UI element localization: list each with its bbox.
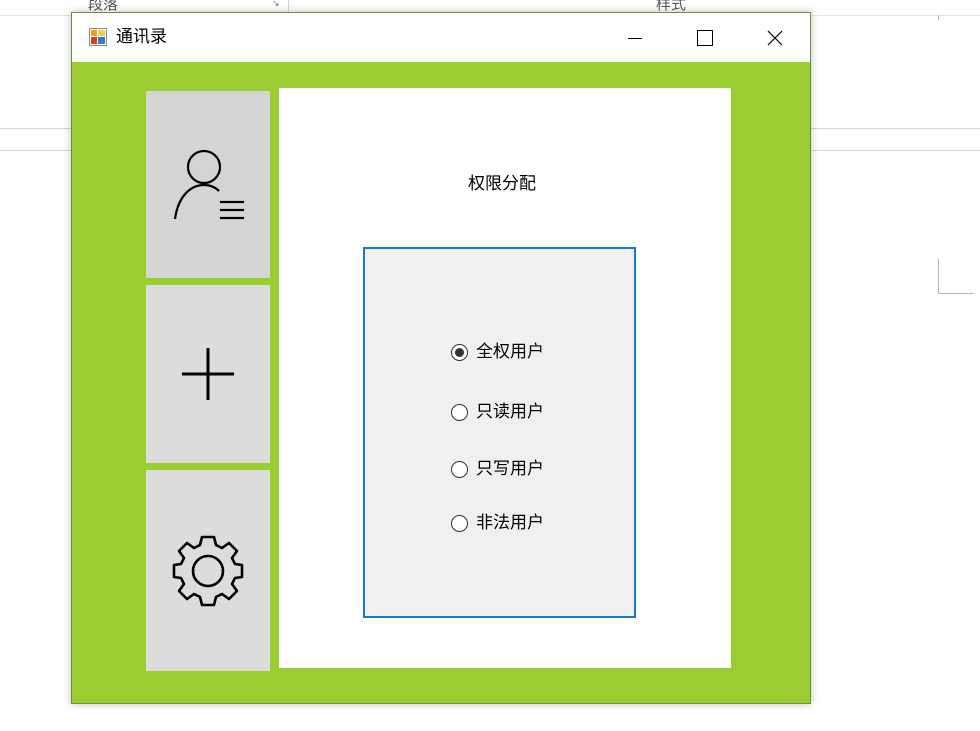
minimize-button[interactable] (600, 13, 670, 62)
maximize-icon (697, 29, 713, 46)
permission-group: 全权用户 只读用户 只写用户 非法用户 (363, 247, 636, 618)
radio-button-checked[interactable] (451, 343, 468, 361)
window-title: 通讯录 (116, 27, 167, 47)
option-label: 非法用户 (476, 513, 544, 533)
option-label: 全权用户 (476, 342, 544, 362)
option-read-only[interactable]: 只读用户 (451, 402, 544, 422)
option-label: 只读用户 (476, 402, 544, 422)
crop-mark (938, 293, 974, 294)
crop-mark (938, 259, 939, 293)
close-button[interactable] (740, 13, 810, 62)
gear-icon (172, 535, 244, 606)
radio-button[interactable] (451, 460, 468, 478)
app-icon (89, 28, 107, 46)
content-panel: 权限分配 全权用户 只读用户 只写用户 非法用户 (279, 88, 731, 668)
option-label: 只写用户 (476, 459, 544, 479)
maximize-button[interactable] (670, 13, 740, 62)
add-button[interactable] (146, 285, 270, 463)
minimize-icon (628, 37, 642, 39)
option-illegal-user[interactable]: 非法用户 (451, 513, 544, 533)
user-list-icon (173, 149, 244, 219)
ribbon-tick (938, 15, 939, 20)
page-title: 权限分配 (468, 174, 536, 194)
plus-icon (182, 348, 234, 400)
app-window: 通讯录 权限分配 全权用户 只读用户 只写用户 非法用户 (71, 12, 811, 704)
option-write-only[interactable]: 只写用户 (451, 459, 544, 479)
title-bar[interactable]: 通讯录 (72, 13, 810, 62)
user-list-button[interactable] (146, 91, 270, 278)
dialog-launcher-icon[interactable]: ↘ (272, 0, 282, 9)
radio-button[interactable] (451, 403, 468, 421)
close-icon (767, 30, 783, 45)
settings-button[interactable] (146, 470, 270, 671)
option-full-access[interactable]: 全权用户 (451, 342, 544, 362)
radio-button[interactable] (451, 514, 468, 532)
